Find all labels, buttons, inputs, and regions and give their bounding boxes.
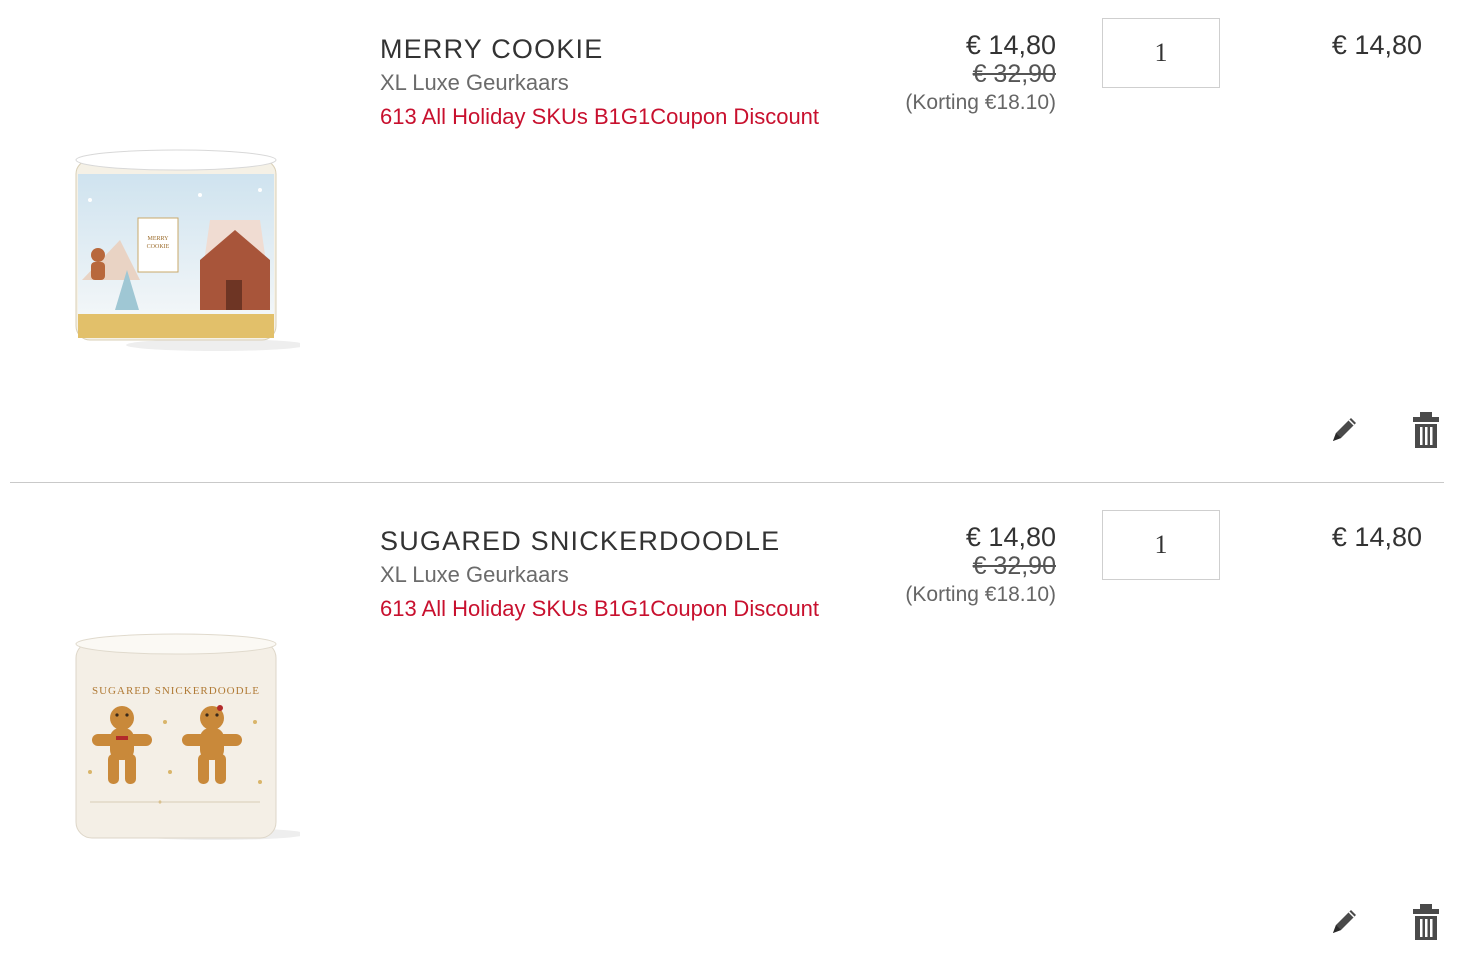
- promo-text: 613 All Holiday SKUs B1G1Coupon Discount: [380, 596, 820, 621]
- svg-text:COOKIE: COOKIE: [147, 244, 170, 250]
- line-total: € 14,80: [1331, 30, 1422, 60]
- svg-text:MERRY: MERRY: [147, 236, 169, 242]
- sale-price: € 14,80: [965, 30, 1056, 60]
- promo-text: 613 All Holiday SKUs B1G1Coupon Discount: [380, 104, 820, 129]
- quantity-input[interactable]: 1: [1102, 510, 1220, 580]
- pencil-icon: [1327, 905, 1361, 944]
- item-divider: [10, 482, 1444, 483]
- original-price: € 32,90: [972, 552, 1056, 580]
- edit-button[interactable]: [1324, 902, 1364, 946]
- price-block: € 14,80 € 32,90 (Korting €18.10): [860, 30, 1056, 118]
- original-price: € 32,90: [972, 60, 1056, 88]
- delete-button[interactable]: [1406, 410, 1446, 454]
- pencil-icon: [1327, 413, 1361, 452]
- cart-item: SUGARED SNICKERDOODLE SUGARED SNICKERDOO…: [0, 492, 1462, 974]
- product-image-sugared-snickerdoodle[interactable]: SUGARED SNICKERDOODLE: [60, 622, 306, 842]
- discount-amount: (Korting €18.10): [905, 91, 1056, 114]
- price-block: € 14,80 € 32,90 (Korting €18.10): [860, 522, 1056, 610]
- quantity-input[interactable]: 1: [1102, 18, 1220, 88]
- product-name[interactable]: MERRY COOKIE: [380, 34, 603, 65]
- product-subtitle: XL Luxe Geurkaars: [380, 70, 569, 95]
- line-total: € 14,80: [1331, 522, 1422, 552]
- trash-icon: [1411, 410, 1441, 455]
- svg-text:SUGARED SNICKERDOODLE: SUGARED SNICKERDOODLE: [92, 685, 260, 697]
- sale-price: € 14,80: [965, 522, 1056, 552]
- product-name[interactable]: SUGARED SNICKERDOODLE: [380, 526, 780, 557]
- product-subtitle: XL Luxe Geurkaars: [380, 562, 569, 587]
- product-image-merry-cookie[interactable]: MERRY COOKIE: [60, 140, 306, 360]
- trash-icon: [1411, 902, 1441, 947]
- delete-button[interactable]: [1406, 902, 1446, 946]
- cart-item: MERRY COOKIE MERRY COOKIE XL Luxe Geurka…: [0, 0, 1462, 482]
- edit-button[interactable]: [1324, 410, 1364, 454]
- discount-amount: (Korting €18.10): [905, 583, 1056, 606]
